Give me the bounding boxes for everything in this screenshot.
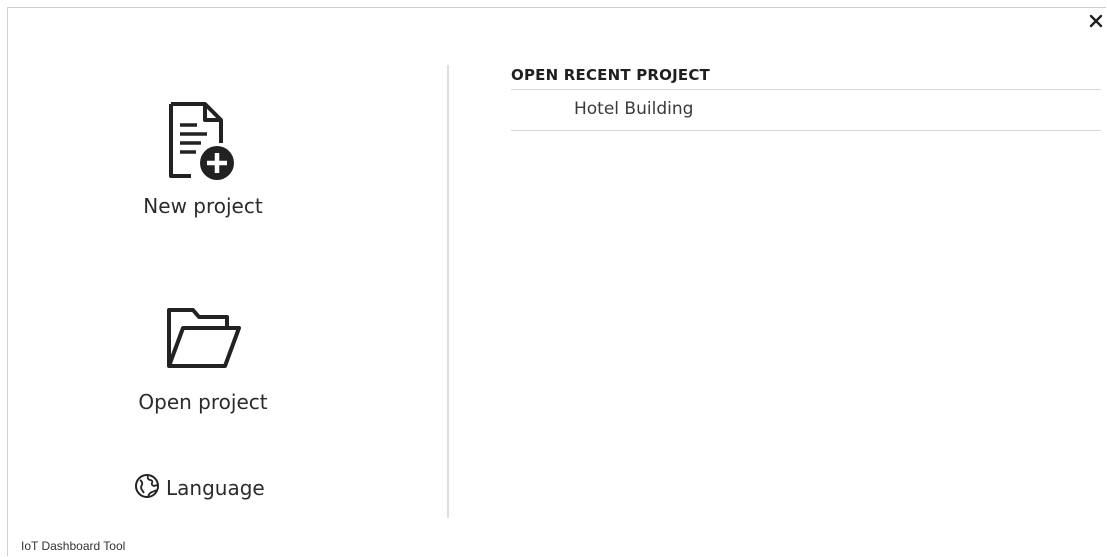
vertical-divider (447, 65, 449, 518)
recent-projects-list: Hotel Building (511, 89, 1101, 131)
close-button[interactable] (1086, 11, 1106, 31)
start-dialog: New project Open project Language OPEN R… (7, 7, 1106, 556)
close-icon (1089, 14, 1103, 28)
open-project-button[interactable]: Open project (103, 306, 303, 414)
language-label: Language (166, 476, 265, 500)
open-folder-icon (163, 306, 243, 372)
recent-projects-heading: OPEN RECENT PROJECT (511, 66, 710, 84)
new-project-button[interactable]: New project (103, 101, 303, 218)
app-name-label: IoT Dashboard Tool (21, 539, 126, 553)
globe-icon (134, 473, 160, 503)
language-button[interactable]: Language (134, 474, 265, 502)
new-document-plus-icon (163, 101, 243, 183)
recent-project-item[interactable]: Hotel Building (511, 90, 1101, 131)
open-project-label: Open project (138, 390, 268, 414)
new-project-label: New project (143, 194, 263, 218)
